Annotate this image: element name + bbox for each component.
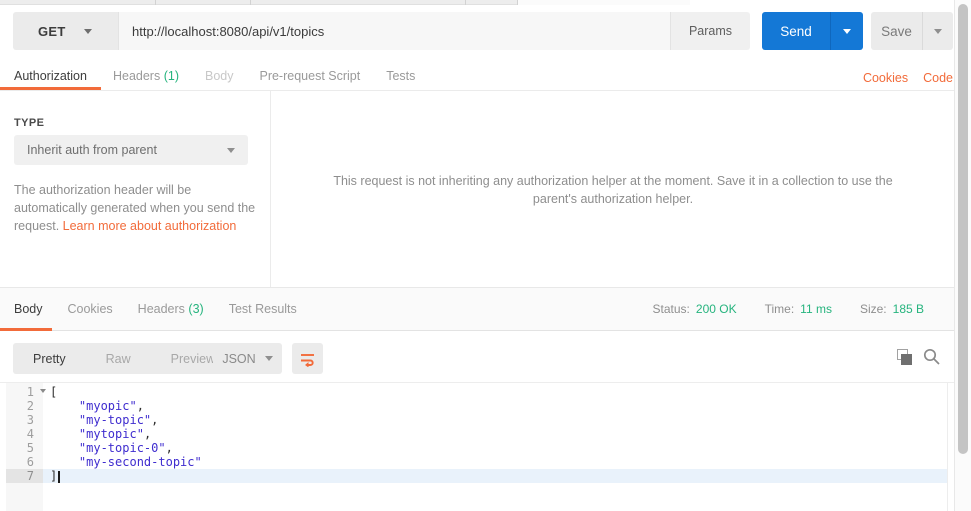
method-dropdown[interactable]: GET (13, 12, 118, 50)
size-value: 185 B (892, 302, 924, 316)
response-tab-headers[interactable]: Headers (3) (138, 302, 204, 316)
response-tabs: Body Cookies Headers (3) Test Results (14, 288, 322, 330)
url-value: http://localhost:8080/api/v1/topics (132, 23, 325, 39)
response-tab-test-results[interactable]: Test Results (229, 302, 297, 316)
auth-type-select[interactable]: Inherit auth from parent (14, 135, 248, 165)
send-split-button: Send (762, 12, 863, 50)
code-line: 4 "mytopic", (6, 427, 947, 441)
workspace-tab-active (517, 0, 690, 5)
header-links: Cookies Code (863, 71, 953, 85)
response-toolbar: Pretty Raw Preview JSON (0, 331, 955, 383)
size-label: Size: (859, 302, 887, 316)
time-value: 11 ms (800, 302, 832, 316)
headers-count-badge: (1) (163, 69, 179, 83)
chevron-down-icon (83, 28, 92, 34)
wrap-text-icon (301, 354, 314, 367)
format-dropdown[interactable]: JSON (213, 343, 282, 374)
search-response-button[interactable] (922, 347, 942, 367)
response-headers-count-badge: (3) (188, 302, 204, 316)
save-options-button[interactable] (922, 12, 953, 50)
code-line: 2 "myopic", (6, 399, 947, 413)
copy-response-button[interactable] (897, 349, 914, 366)
chevron-down-icon (843, 28, 851, 34)
send-button[interactable]: Send (762, 12, 830, 50)
scrollbar[interactable] (954, 0, 971, 511)
view-mode-group: Pretty Raw Preview (13, 343, 236, 374)
chevron-down-icon (264, 356, 273, 361)
response-header: Body Cookies Headers (3) Test Results St… (0, 287, 955, 331)
tab-body[interactable]: Body (205, 69, 234, 83)
auth-help-text: The authorization header will be automat… (14, 183, 256, 233)
fold-caret-icon[interactable] (40, 389, 46, 393)
learn-more-link[interactable]: Learn more about authorization (63, 219, 237, 233)
tab-prerequest-script[interactable]: Pre-request Script (259, 69, 360, 83)
active-tab-indicator (0, 87, 101, 90)
code-line: 3 "my-topic", (6, 413, 947, 427)
response-meta: Status: 200 OK Time: 11 ms Size: 185 B (653, 288, 924, 330)
save-split-button: Save (871, 12, 953, 50)
tab-headers[interactable]: Headers (1) (113, 69, 179, 83)
response-tab-cookies[interactable]: Cookies (68, 302, 113, 316)
chevron-down-icon (227, 147, 235, 153)
scrollbar-thumb[interactable] (958, 4, 968, 454)
code-link[interactable]: Code (923, 71, 953, 85)
wrap-text-button[interactable] (292, 343, 323, 374)
method-label: GET (38, 23, 66, 39)
auth-type-value: Inherit auth from parent (27, 143, 157, 157)
auth-inherit-message: This request is not inheriting any autho… (333, 174, 893, 206)
status-label: Status: (652, 302, 690, 316)
chevron-down-icon (934, 28, 942, 34)
code-line: 1 [ (6, 385, 947, 399)
auth-message-panel: This request is not inheriting any autho… (271, 91, 955, 286)
code-line: 6 "my-second-topic" (6, 455, 947, 469)
request-tabs: Authorization Headers (1) Body Pre-reque… (0, 62, 955, 91)
workspace-tabs-strip (0, 0, 690, 5)
response-tab-body[interactable]: Body (14, 302, 43, 316)
time-label: Time: (764, 302, 795, 316)
format-value: JSON (222, 351, 256, 366)
code-line: 5 "my-topic-0", (6, 441, 947, 455)
save-button[interactable]: Save (871, 12, 922, 50)
url-input[interactable]: http://localhost:8080/api/v1/topics (118, 12, 670, 50)
tab-tests[interactable]: Tests (386, 69, 415, 83)
view-pretty-button[interactable]: Pretty (13, 352, 86, 366)
response-body-editor[interactable]: 1 [ 2 "myopic", 3 "my-topic", 4 "mytopic… (6, 383, 948, 511)
tab-authorization[interactable]: Authorization (14, 69, 87, 83)
send-options-button[interactable] (830, 12, 863, 50)
text-cursor (58, 470, 60, 483)
code-line-active: 7 ] (6, 469, 947, 483)
view-raw-button[interactable]: Raw (86, 352, 151, 366)
params-button[interactable]: Params (670, 12, 750, 50)
auth-type-label: TYPE (14, 117, 45, 129)
search-icon (923, 348, 940, 365)
status-badge: 200 OK (695, 302, 737, 316)
cookies-link[interactable]: Cookies (863, 71, 908, 85)
